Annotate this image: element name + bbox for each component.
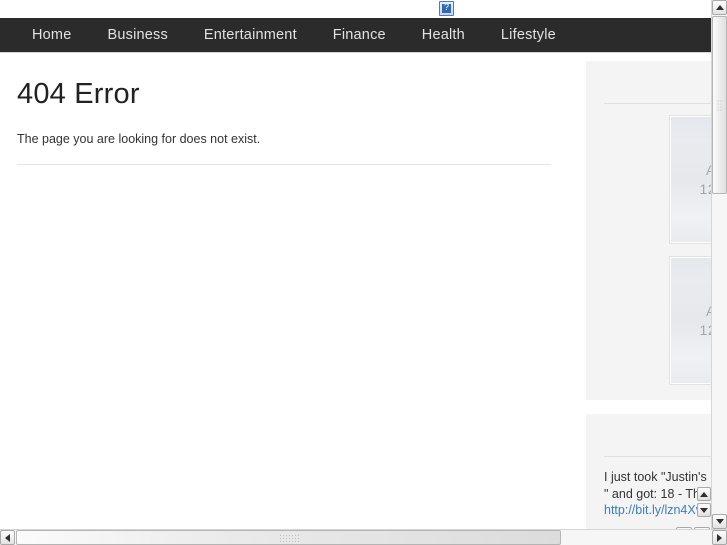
nav-item-finance[interactable]: Finance: [315, 18, 404, 53]
scroll-right-button[interactable]: [712, 530, 727, 545]
advertisement-widget: Advertisement Ad Spot 125 x 125 Ad Spot …: [586, 61, 711, 400]
scroll-down-button[interactable]: [712, 514, 727, 529]
broken-image-glyph: [442, 4, 451, 13]
tweet-text: I just took "Justin's DEEPLY InLove With…: [604, 470, 711, 501]
scrollbar-grip: [278, 533, 299, 542]
vertical-scrollbar[interactable]: [711, 0, 727, 529]
nav-item-business[interactable]: Business: [89, 18, 185, 53]
widget-divider: [604, 456, 711, 457]
page-title: 404 Error: [17, 78, 140, 110]
site-header: [0, 0, 711, 18]
horizontal-scrollbar-thumb[interactable]: [16, 530, 561, 545]
scroll-up-button[interactable]: [712, 0, 727, 15]
main-content: 404 Error The page you are looking for d…: [0, 53, 586, 523]
inner-scroll-up-button[interactable]: [697, 487, 711, 501]
arrow-right-icon: [717, 533, 722, 542]
nav-item-lifestyle[interactable]: Lifestyle: [483, 18, 574, 53]
nav-item-home[interactable]: Home: [14, 18, 89, 53]
nav-item-entertainment[interactable]: Entertainment: [186, 18, 315, 53]
twitter-widget-title: Twitter: [604, 431, 711, 447]
twitter-widget: Twitter I just took "Justin's DEEPLY InL…: [586, 414, 711, 529]
arrow-down-icon: [700, 507, 708, 513]
arrow-down-icon: [715, 519, 724, 524]
browser-viewport: Home Business Entertainment Finance Heal…: [0, 0, 711, 529]
ad-slot[interactable]: Ad Spot 125 x 125: [669, 116, 711, 243]
inner-scroll-down-button[interactable]: [697, 503, 711, 517]
nav-item-health[interactable]: Health: [404, 18, 483, 53]
ad-slot[interactable]: Ad Spot 125 x 125: [669, 257, 711, 384]
broken-image-icon: [439, 1, 454, 16]
horizontal-scrollbar[interactable]: [0, 529, 727, 545]
tweet-item: I just took "Justin's DEEPLY InLove With…: [604, 469, 711, 519]
scroll-left-button[interactable]: [0, 530, 15, 545]
vertical-scrollbar-thumb[interactable]: [712, 16, 727, 194]
page-columns: 404 Error The page you are looking for d…: [0, 53, 711, 529]
ad-slot-size: 125 x 125: [699, 321, 711, 338]
arrow-up-icon: [715, 5, 724, 10]
page-root: Home Business Entertainment Finance Heal…: [0, 0, 711, 529]
tweet-link[interactable]: http://bit.ly/lzn4Xv: [604, 503, 702, 517]
scrollbar-grip: [716, 99, 723, 111]
ad-slot-size: 125 x 125: [699, 180, 711, 197]
sidebar: Advertisement Ad Spot 125 x 125 Ad Spot …: [586, 53, 711, 529]
arrow-left-icon: [5, 533, 10, 542]
inner-vertical-scrollbar[interactable]: [697, 487, 711, 523]
content-divider: [17, 164, 551, 165]
arrow-up-icon: [700, 491, 708, 497]
widget-divider: [604, 103, 711, 104]
advertisement-widget-title: Advertisement: [604, 78, 711, 94]
main-navigation: Home Business Entertainment Finance Heal…: [0, 18, 711, 53]
error-message: The page you are looking for does not ex…: [17, 132, 261, 146]
